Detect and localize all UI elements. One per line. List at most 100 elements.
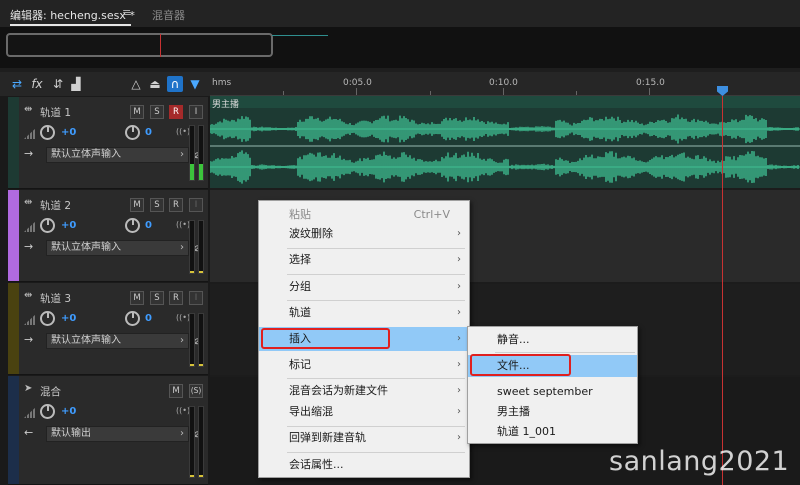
input-dropdown[interactable]: 默认立体声输入 › <box>46 333 189 349</box>
chevron-right-icon: › <box>180 428 184 439</box>
mix-icon: ➤ <box>24 383 33 394</box>
level-meter <box>189 406 195 478</box>
waveform-left-channel <box>210 114 800 144</box>
track-controls: +0 ((•)) <box>24 404 204 420</box>
chevron-right-icon: › <box>457 333 461 344</box>
ruler-tick <box>430 91 431 95</box>
input-dropdown[interactable]: 默认立体声输入 › <box>46 240 189 256</box>
volume-bars-icon <box>24 407 36 418</box>
headphones-icon[interactable]: ∩ <box>167 76 183 92</box>
output-dropdown[interactable]: 默认输出 › <box>46 426 189 442</box>
volume-knob[interactable] <box>40 218 55 233</box>
tab-mixer[interactable]: 混音器 <box>152 7 185 23</box>
volume-value[interactable]: +0 <box>61 127 76 138</box>
volume-value[interactable]: +0 <box>61 220 76 231</box>
record-arm-icon[interactable]: ⏏ <box>147 76 163 92</box>
volume-knob[interactable] <box>40 311 55 326</box>
volume-knob[interactable] <box>40 404 55 419</box>
submenu-item-clip[interactable]: 轨道 1_001 <box>468 421 637 443</box>
solo-safe-button[interactable]: (S) <box>189 384 203 398</box>
submenu-item-silence[interactable]: 静音... <box>468 329 637 351</box>
menu-item-bounce-new-track[interactable]: 回弹到新建音轨 › <box>259 426 469 450</box>
pan-value[interactable]: 0 <box>145 127 152 138</box>
input-row: → 默认立体声输入› ⌀ <box>24 333 204 349</box>
ruler-unit: hms <box>212 78 232 88</box>
track-header-2[interactable]: ⇹ 轨道 2 M S R I +0 0 ((•)) → 默认立体声输入› ⌀ <box>8 190 208 282</box>
menu-item-marker[interactable]: 标记 › <box>259 353 469 377</box>
menu-item-ripple-delete[interactable]: 波纹删除 › <box>259 222 469 246</box>
eq-icon[interactable]: ▟ <box>68 76 84 92</box>
volume-knob[interactable] <box>40 125 55 140</box>
chevron-right-icon: › <box>457 432 461 443</box>
track-name[interactable]: 轨道 3 <box>40 291 71 306</box>
watermark: sanlang2021 <box>609 446 790 477</box>
chevron-right-icon: › <box>180 242 184 253</box>
menu-item-export-mixdown[interactable]: 导出缩混 › <box>259 400 469 424</box>
pan-value[interactable]: 0 <box>145 313 152 324</box>
track-name[interactable]: 轨道 1 <box>40 105 71 120</box>
metronome-icon[interactable]: △ <box>128 76 144 92</box>
input-monitor-button[interactable]: I <box>189 105 203 119</box>
menu-item-track[interactable]: 轨道 › <box>259 301 469 325</box>
zoom-navigator[interactable] <box>6 33 273 57</box>
input-monitor-button[interactable]: I <box>189 291 203 305</box>
solo-button[interactable]: S <box>150 198 164 212</box>
chevron-right-icon: › <box>180 149 184 160</box>
tab-editor[interactable]: 编辑器: hecheng.sesx * <box>10 7 135 23</box>
track-name[interactable]: 混合 <box>40 384 61 399</box>
track-header-3[interactable]: ⇹ 轨道 3 M S R I +0 0 ((•)) → 默认立体声输入› ⌀ <box>8 283 208 375</box>
volume-bars-icon <box>24 221 36 232</box>
menu-item-select[interactable]: 选择 › <box>259 248 469 272</box>
annotation-highlight-file <box>470 354 571 376</box>
pan-knob[interactable] <box>125 218 140 233</box>
mute-button[interactable]: M <box>130 105 144 119</box>
track-header-1[interactable]: ⇹ 轨道 1 M S R I +0 0 ((•)) → 默认立体声输入› ⌀ <box>8 97 208 189</box>
ruler-tick <box>356 88 357 95</box>
clip-label: 男主播 <box>212 100 240 110</box>
clip-header[interactable] <box>210 96 800 108</box>
record-button[interactable]: R <box>169 105 183 119</box>
solo-button[interactable]: S <box>150 105 164 119</box>
level-meter <box>198 220 204 274</box>
volume-value[interactable]: +0 <box>61 406 76 417</box>
input-dropdown[interactable]: 默认立体声输入 › <box>46 147 189 163</box>
overview-playhead <box>160 34 161 57</box>
send-icon[interactable]: ⇵ <box>50 76 66 92</box>
track-waveform-icon: ⇹ <box>24 104 33 115</box>
input-row: → 默认立体声输入› ⌀ <box>24 147 204 163</box>
track-waveform-icon: ⇹ <box>24 197 33 208</box>
volume-value[interactable]: +0 <box>61 313 76 324</box>
insert-submenu: 静音... 文件... sweet september 男主播 轨道 1_001 <box>467 326 638 444</box>
submenu-item-clip[interactable]: 男主播 <box>468 401 637 423</box>
track-color-stripe <box>8 376 19 484</box>
record-button[interactable]: R <box>169 291 183 305</box>
output-arrow-icon: ← <box>24 426 34 439</box>
track-waveform-icon: ⇹ <box>24 290 33 301</box>
input-monitor-button[interactable]: I <box>189 198 203 212</box>
solo-button[interactable]: S <box>150 291 164 305</box>
menu-item-group[interactable]: 分组 › <box>259 275 469 299</box>
volume-bars-icon <box>24 314 36 325</box>
mute-button[interactable]: M <box>169 384 183 398</box>
playhead-line <box>722 96 723 485</box>
panel-menu-icon[interactable]: ≡ <box>122 6 131 19</box>
pan-knob[interactable] <box>125 125 140 140</box>
track-name[interactable]: 轨道 2 <box>40 198 71 213</box>
track-header-mix[interactable]: ➤ 混合 M (S) +0 ((•)) ← 默认输出› ⌀ <box>8 376 208 485</box>
ruler-tick <box>576 91 577 95</box>
input-arrow-icon: → <box>24 333 34 346</box>
chevron-right-icon: › <box>457 228 461 239</box>
io-toggle-icon[interactable]: ⇄ <box>9 76 25 92</box>
menu-item-session-properties[interactable]: 会话属性... <box>259 453 469 477</box>
pan-knob[interactable] <box>125 311 140 326</box>
record-button[interactable]: R <box>169 198 183 212</box>
marker-icon[interactable]: ▼ <box>187 76 203 92</box>
level-meter <box>189 125 195 181</box>
submenu-item-clip[interactable]: sweet september <box>468 381 637 403</box>
mute-button[interactable]: M <box>130 291 144 305</box>
level-meter <box>198 125 204 181</box>
pan-value[interactable]: 0 <box>145 220 152 231</box>
track-color-stripe <box>8 97 19 188</box>
mute-button[interactable]: M <box>130 198 144 212</box>
fx-icon[interactable]: fx <box>29 76 45 92</box>
